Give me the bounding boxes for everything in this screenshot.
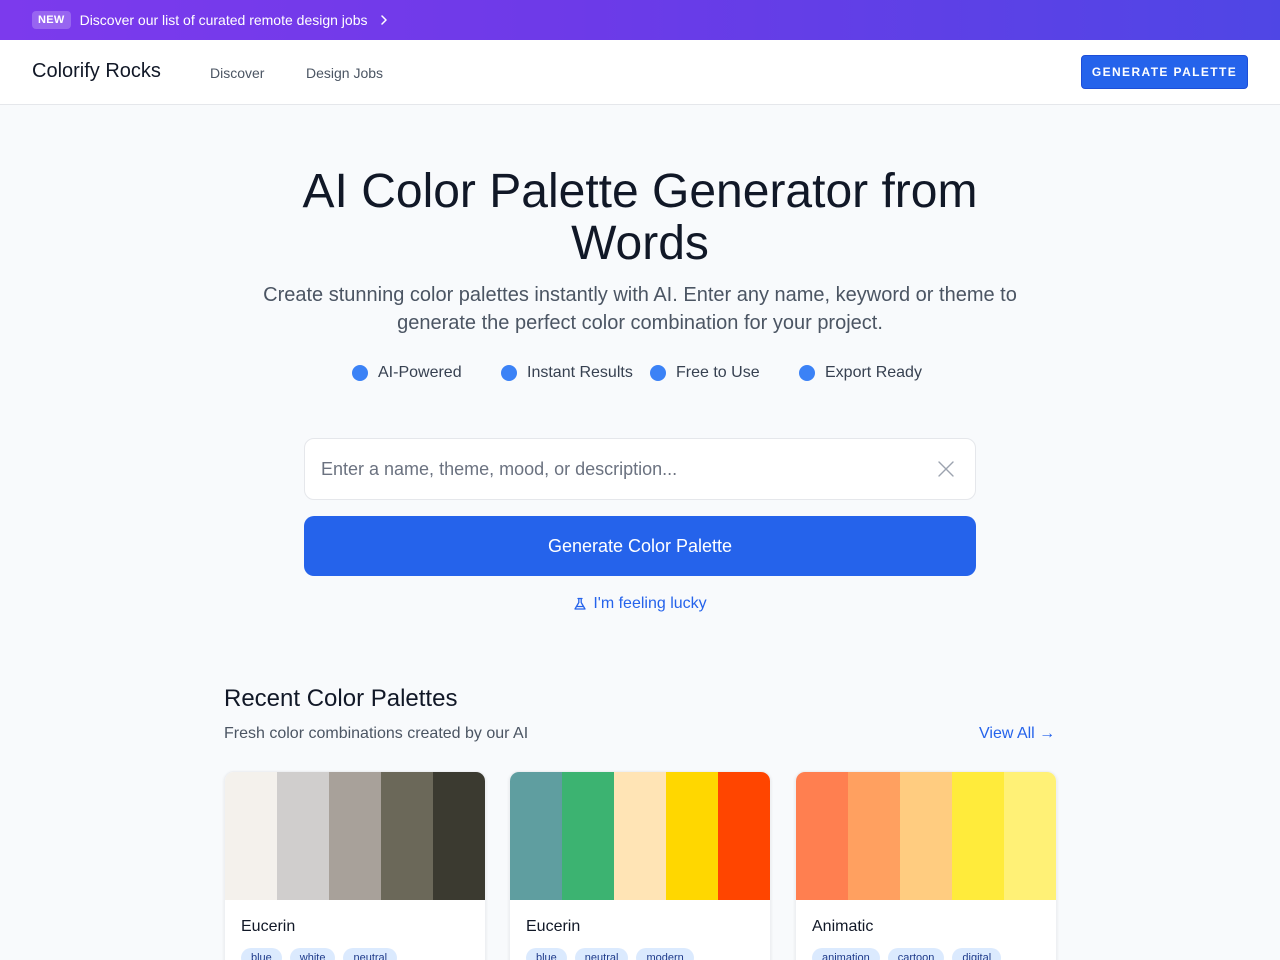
tag-chip[interactable]: blue — [526, 948, 567, 960]
announcement-banner[interactable]: NEW Discover our list of curated remote … — [0, 0, 1280, 40]
color-swatch[interactable] — [952, 772, 1004, 900]
recent-palettes-subtitle: Fresh color combinations created by our … — [224, 725, 529, 742]
feature-instant-results: Instant Results — [501, 362, 633, 384]
view-all-link[interactable]: View All → — [979, 725, 1055, 743]
color-swatch[interactable] — [718, 772, 770, 900]
palette-swatches — [796, 772, 1056, 900]
new-badge: NEW — [32, 11, 71, 29]
announcement-text[interactable]: Discover our list of curated remote desi… — [80, 12, 368, 28]
feature-dot-icon — [352, 365, 368, 381]
feature-label: AI-Powered — [378, 364, 462, 381]
palette-swatches — [225, 772, 485, 900]
search-box — [304, 438, 976, 500]
palette-swatches — [510, 772, 770, 900]
tag-chip[interactable]: modern — [636, 948, 694, 960]
color-swatch[interactable] — [900, 772, 952, 900]
nav-link-discover[interactable]: Discover — [210, 65, 264, 81]
feature-label: Free to Use — [676, 364, 760, 381]
color-swatch[interactable] — [433, 772, 485, 900]
palette-tags: blue white neutral — [241, 948, 398, 960]
feature-export-ready: Export Ready — [799, 362, 922, 384]
color-swatch[interactable] — [329, 772, 381, 900]
tag-chip[interactable]: animation — [812, 948, 880, 960]
palette-name: Eucerin — [241, 918, 296, 935]
generate-color-palette-button[interactable]: Generate Color Palette — [304, 516, 976, 576]
hero-subtitle: Create stunning color palettes instantly… — [263, 284, 1017, 334]
color-swatch[interactable] — [381, 772, 433, 900]
close-icon[interactable] — [937, 460, 955, 478]
tag-chip[interactable]: neutral — [343, 948, 398, 960]
color-swatch[interactable] — [1004, 772, 1056, 900]
color-swatch[interactable] — [225, 772, 277, 900]
feature-label: Export Ready — [825, 364, 922, 381]
top-nav: Colorify Rocks Discover Design Jobs GENE… — [0, 40, 1280, 105]
color-swatch[interactable] — [277, 772, 329, 900]
color-swatch[interactable] — [796, 772, 848, 900]
feeling-lucky-label: I'm feeling lucky — [593, 595, 707, 612]
feature-free-to-use: Free to Use — [650, 362, 760, 384]
chevron-right-icon — [380, 15, 387, 25]
palette-tags: animation cartoon digital — [812, 948, 1002, 960]
tag-chip[interactable]: neutral — [574, 948, 629, 960]
feature-label: Instant Results — [527, 364, 633, 381]
palette-card[interactable]: Eucerin blue white neutral — [224, 771, 486, 960]
tag-chip[interactable]: white — [289, 948, 336, 960]
color-swatch[interactable] — [562, 772, 614, 900]
feature-dot-icon — [501, 365, 517, 381]
recent-palettes-heading: Recent Color Palettes — [224, 685, 458, 712]
feeling-lucky-link[interactable]: I'm feeling lucky — [540, 593, 740, 615]
palette-card[interactable]: Animatic animation cartoon digital — [795, 771, 1057, 960]
tag-chip[interactable]: blue — [241, 948, 282, 960]
generate-palette-nav-button[interactable]: GENERATE PALETTE — [1081, 55, 1248, 89]
brand-logo[interactable]: Colorify Rocks — [32, 60, 161, 83]
color-swatch[interactable] — [848, 772, 900, 900]
palette-name: Eucerin — [526, 918, 581, 935]
feature-ai-powered: AI-Powered — [352, 362, 462, 384]
flask-icon — [574, 597, 586, 610]
nav-link-design-jobs[interactable]: Design Jobs — [306, 65, 383, 81]
page-title: AI Color Palette Generator from Words — [302, 165, 978, 270]
tag-chip[interactable]: digital — [952, 948, 1002, 960]
color-swatch[interactable] — [614, 772, 666, 900]
feature-dot-icon — [650, 365, 666, 381]
palette-card[interactable]: Eucerin blue neutral modern — [509, 771, 771, 960]
color-swatch[interactable] — [510, 772, 562, 900]
palette-tags: blue neutral modern — [526, 948, 694, 960]
palette-name: Animatic — [812, 918, 874, 935]
feature-dot-icon — [799, 365, 815, 381]
tag-chip[interactable]: cartoon — [887, 948, 945, 960]
palette-prompt-input[interactable] — [321, 439, 921, 499]
color-swatch[interactable] — [666, 772, 718, 900]
